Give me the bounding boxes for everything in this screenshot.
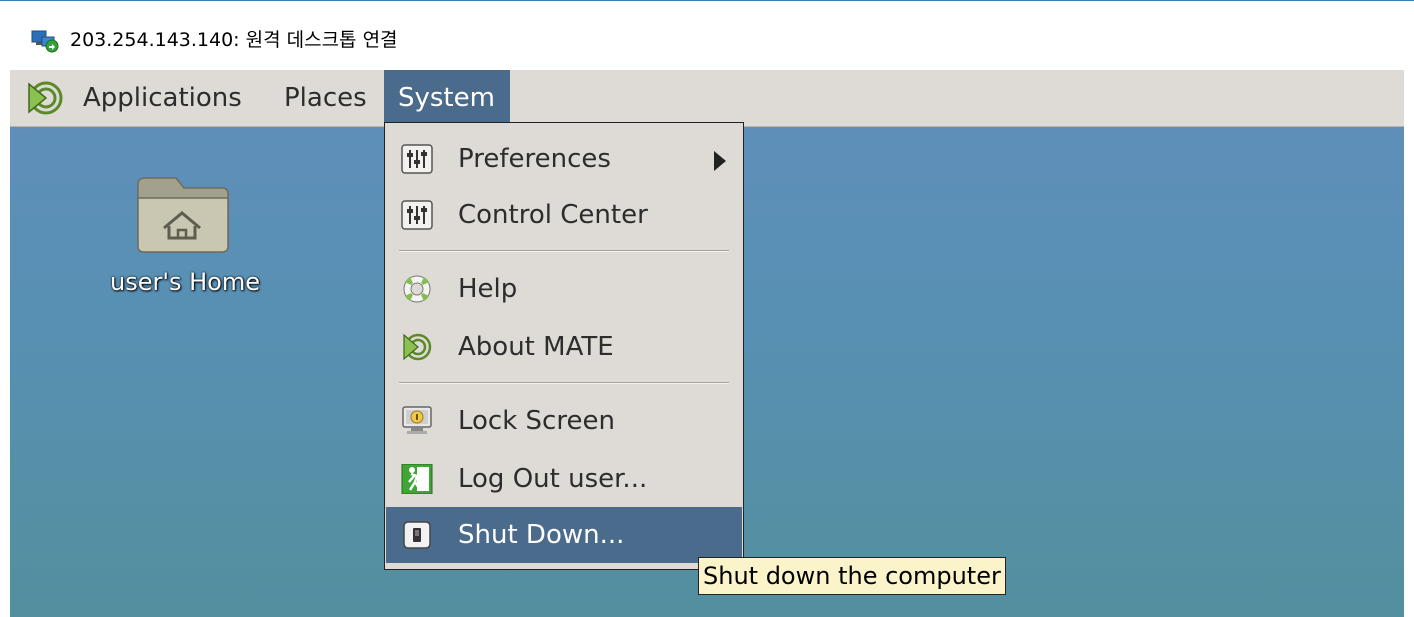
mate-logo-icon <box>28 81 63 115</box>
remote-desktop-icon <box>31 30 59 53</box>
window-right-border <box>1404 70 1414 617</box>
menu-separator <box>399 250 729 252</box>
system-menu[interactable]: System <box>384 70 510 126</box>
menu-item-preferences[interactable]: Preferences <box>386 131 742 187</box>
menu-item-control-center[interactable]: Control Center <box>386 187 742 243</box>
submenu-arrow-icon <box>714 151 726 171</box>
menu-item-label: Lock Screen <box>458 406 615 436</box>
remote-desktop-window: 203.254.143.140: 원격 데스크톱 연결 Applications… <box>0 0 1414 617</box>
menu-separator <box>399 382 729 384</box>
preferences-icon <box>401 144 433 174</box>
menu-item-about-mate[interactable]: About MATE <box>386 319 742 375</box>
applications-label: Applications <box>83 83 242 113</box>
log-out-icon <box>401 464 433 494</box>
home-folder-label[interactable]: user's Home <box>90 268 280 296</box>
shut-down-tooltip: Shut down the computer <box>698 557 1006 595</box>
menu-item-lock-screen[interactable]: Lock Screen <box>386 393 742 449</box>
menu-item-label: Shut Down... <box>458 520 625 550</box>
menu-item-log-out[interactable]: Log Out user... <box>386 451 742 507</box>
window-titlebar: 203.254.143.140: 원격 데스크톱 연결 <box>0 0 1414 71</box>
home-folder-icon[interactable] <box>132 172 234 256</box>
control-center-icon <box>401 200 433 230</box>
menu-item-label: Control Center <box>458 200 648 230</box>
shut-down-icon <box>403 521 431 549</box>
help-lifebuoy-icon <box>403 275 431 303</box>
menu-item-label: Log Out user... <box>458 464 648 494</box>
mate-logo-icon <box>403 333 432 361</box>
menu-item-label: About MATE <box>458 332 614 362</box>
menu-item-label: Help <box>458 274 518 304</box>
menu-item-label: Preferences <box>458 144 611 174</box>
top-panel: Applications Places System <box>10 70 1404 127</box>
window-left-border <box>0 70 10 617</box>
system-dropdown-menu: Preferences Control Center Help About MA… <box>384 122 744 570</box>
lock-screen-icon <box>402 406 432 434</box>
menu-item-help[interactable]: Help <box>386 261 742 317</box>
system-label: System <box>398 83 495 113</box>
places-label: Places <box>284 83 367 113</box>
menu-item-shut-down[interactable]: Shut Down... <box>386 507 742 563</box>
window-title: 203.254.143.140: 원격 데스크톱 연결 <box>70 29 398 51</box>
places-menu[interactable]: Places <box>284 70 367 126</box>
